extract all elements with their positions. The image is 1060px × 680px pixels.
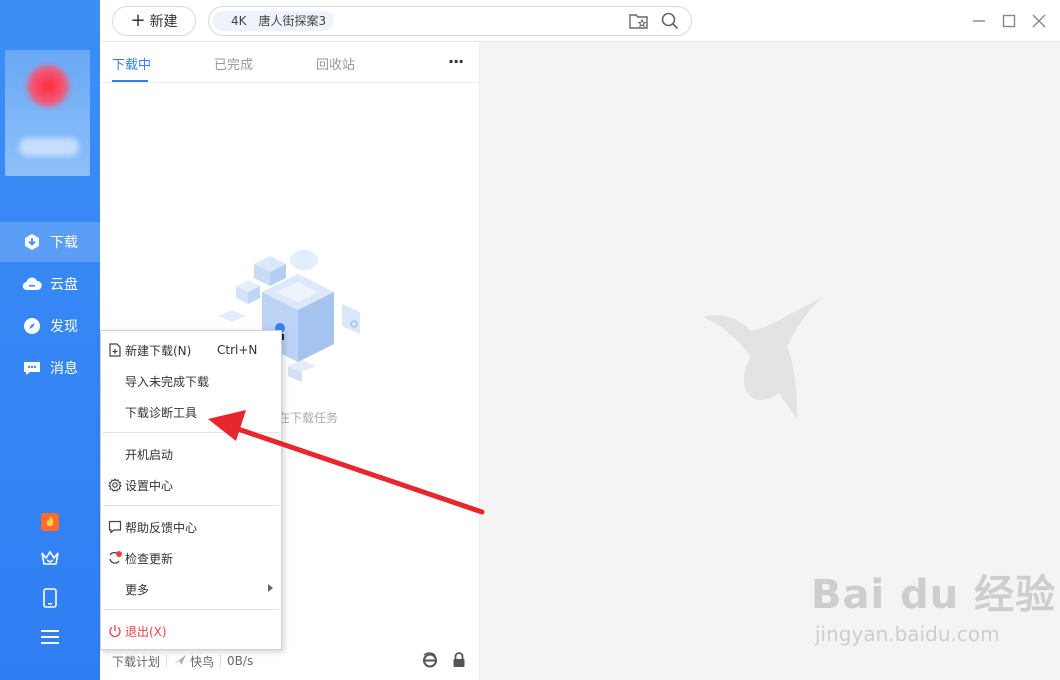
menu-item-import[interactable]: 导入未完成下载 bbox=[101, 367, 281, 395]
detail-panel: Bai du 经验 jingyan.baidu.com bbox=[481, 42, 1060, 680]
menu-item-more[interactable]: 更多 bbox=[101, 575, 281, 603]
context-menu: 新建下载(N) Ctrl+N 导入未完成下载 下载诊断工具 开机启动 设置中心 … bbox=[100, 330, 282, 650]
plus-icon: + bbox=[130, 10, 146, 31]
menu-item-exit[interactable]: 退出(X) bbox=[101, 617, 281, 645]
user-name-blurred bbox=[19, 138, 79, 156]
menu-item-label: 退出(X) bbox=[125, 624, 167, 639]
tab-underline bbox=[112, 80, 148, 82]
avatar-image bbox=[26, 64, 70, 108]
folder-star-icon[interactable] bbox=[629, 12, 649, 34]
fast-bird-link[interactable]: 快鸟 bbox=[190, 653, 214, 670]
tab-recycle-bin[interactable]: 回收站 bbox=[316, 54, 355, 73]
new-task-button[interactable]: + 新建 bbox=[112, 6, 196, 36]
menu-item-check-update[interactable]: 检查更新 bbox=[101, 544, 281, 572]
divider bbox=[220, 655, 222, 667]
download-plan-link[interactable]: 下载计划 bbox=[112, 653, 160, 670]
avatar[interactable] bbox=[5, 50, 90, 176]
bird-mode-icon bbox=[173, 654, 187, 669]
search-input[interactable]: 4K 唐人街探案3 bbox=[208, 6, 692, 36]
sidebar-item-label: 消息 bbox=[50, 361, 78, 377]
sidebar-item-label: 云盘 bbox=[50, 277, 78, 293]
tab-downloading[interactable]: 下载中 bbox=[112, 54, 151, 73]
lock-icon[interactable] bbox=[452, 652, 466, 671]
watermark-main: Bai du 经验 bbox=[811, 572, 1057, 618]
compass-icon bbox=[22, 316, 42, 336]
sidebar: 下载 云盘 发现 消息 bbox=[0, 0, 100, 680]
menu-item-label: 检查更新 bbox=[125, 551, 174, 566]
menu-item-label: 新建下载(N) bbox=[125, 343, 192, 358]
download-icon bbox=[22, 232, 42, 252]
sidebar-item-messages[interactable]: 消息 bbox=[0, 348, 100, 388]
message-icon bbox=[22, 358, 42, 378]
close-icon[interactable] bbox=[1030, 12, 1048, 30]
search-icon[interactable] bbox=[661, 12, 679, 34]
menu-divider bbox=[103, 505, 279, 506]
sidebar-item-label: 发现 bbox=[50, 319, 78, 335]
power-icon bbox=[107, 623, 123, 639]
new-file-icon bbox=[107, 342, 123, 358]
menu-divider bbox=[103, 432, 279, 433]
hot-icon[interactable] bbox=[38, 510, 62, 534]
cloud-icon bbox=[22, 274, 42, 294]
gear-icon bbox=[107, 477, 123, 493]
watermark-url: jingyan.baidu.com bbox=[815, 622, 1000, 646]
menu-divider bbox=[103, 609, 279, 610]
hummingbird-logo bbox=[701, 297, 831, 426]
menu-item-label: 下载诊断工具 bbox=[125, 405, 198, 420]
top-bar: + 新建 4K 唐人街探案3 bbox=[100, 0, 1060, 42]
ie-icon[interactable] bbox=[422, 652, 438, 671]
update-icon bbox=[107, 550, 123, 566]
empty-state-text: 在下载任务 bbox=[278, 411, 339, 425]
menu-item-label: 更多 bbox=[125, 582, 150, 597]
tab-completed[interactable]: 已完成 bbox=[214, 54, 253, 73]
menu-item-help-feedback[interactable]: 帮助反馈中心 bbox=[101, 513, 281, 541]
maximize-icon[interactable] bbox=[1000, 12, 1018, 30]
menu-item-shortcut: Ctrl+N bbox=[217, 343, 258, 357]
sidebar-item-discover[interactable]: 发现 bbox=[0, 306, 100, 346]
menu-item-label: 设置中心 bbox=[125, 478, 174, 493]
menu-item-new-download[interactable]: 新建下载(N) Ctrl+N bbox=[101, 336, 281, 364]
new-task-label: 新建 bbox=[149, 14, 178, 30]
sidebar-item-download[interactable]: 下载 bbox=[0, 222, 100, 262]
divider bbox=[166, 655, 168, 667]
download-speed: 0B/s bbox=[227, 654, 254, 668]
menu-item-label: 帮助反馈中心 bbox=[125, 520, 198, 535]
phone-icon[interactable] bbox=[38, 586, 62, 610]
sidebar-item-cloud[interactable]: 云盘 bbox=[0, 264, 100, 304]
minimize-icon[interactable] bbox=[970, 12, 988, 30]
tab-bar: 下载中 已完成 回收站 ··· bbox=[100, 42, 480, 83]
feedback-icon bbox=[107, 519, 123, 535]
status-bar: 下载计划 快鸟 0B/s bbox=[100, 648, 480, 674]
menu-item-label: 导入未完成下载 bbox=[125, 374, 210, 389]
watermark: Bai du 经验 jingyan.baidu.com bbox=[811, 562, 1056, 646]
menu-item-diagnostic-tool[interactable]: 下载诊断工具 bbox=[101, 398, 281, 426]
sidebar-item-label: 下载 bbox=[50, 235, 78, 251]
submenu-arrow-icon bbox=[268, 584, 273, 592]
menu-item-label: 开机启动 bbox=[125, 447, 174, 462]
more-options-icon[interactable]: ··· bbox=[448, 52, 464, 71]
menu-icon[interactable] bbox=[38, 625, 62, 649]
search-chip[interactable]: 4K 唐人街探案3 bbox=[213, 11, 335, 31]
menu-item-settings[interactable]: 设置中心 bbox=[101, 471, 281, 499]
menu-item-autostart[interactable]: 开机启动 bbox=[101, 440, 281, 468]
vip-crown-icon[interactable] bbox=[38, 546, 62, 570]
